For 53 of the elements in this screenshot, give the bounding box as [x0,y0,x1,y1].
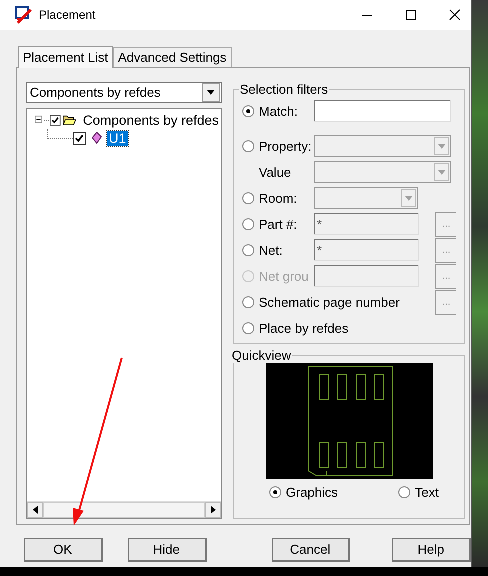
radio-button[interactable] [242,218,255,230]
checkbox[interactable] [50,114,61,126]
dialog-button[interactable]: Hide [128,538,206,562]
tree-item[interactable]: Components by refdes [81,112,221,128]
input-field[interactable]: * [314,239,419,261]
group-title: Selection filters [239,82,330,97]
radio-label: Graphics [286,485,338,500]
filter-label: Net: [259,242,284,258]
window-title: Placement [39,8,96,22]
folder-icon [62,114,76,126]
dialog-button[interactable]: Help [392,538,471,562]
combo-box[interactable] [314,135,451,157]
input-field[interactable]: * [314,213,419,235]
filter-label: Net grou [259,268,310,284]
filter-label: Value [259,164,292,180]
tab[interactable]: Advanced Settings [113,47,232,67]
radio-button[interactable] [242,296,255,308]
radio-button[interactable] [269,486,282,499]
combo-box[interactable] [314,187,418,209]
filter-label: Schematic page number [259,294,400,310]
group-title: Quickview [231,348,292,363]
checkbox[interactable] [73,132,86,144]
caret-icon [207,90,215,95]
caret-icon [404,196,412,200]
left-arrow-icon[interactable] [32,506,38,514]
filter-label: Match: [259,104,300,118]
app-icon [15,6,33,24]
radio-button[interactable] [242,322,255,334]
right-arrow-icon[interactable] [210,506,216,514]
caret-icon [438,144,446,148]
collapse-icon[interactable] [35,114,44,126]
radio-button[interactable] [242,140,255,152]
dialog-button[interactable]: OK [24,538,103,562]
radio-button[interactable] [242,244,255,256]
tree-item[interactable]: U1 [107,130,128,146]
caret-icon [438,170,446,174]
filter-label: Room: [259,190,298,206]
filter-label: Place by refdes [259,320,349,336]
maximize-icon[interactable] [405,9,417,21]
radio-button[interactable] [242,104,255,118]
filter-label: Property: [259,138,313,154]
tab[interactable]: Placement List [18,46,114,68]
filter-label: Part #: [259,216,298,232]
dialog-button[interactable]: Cancel [272,538,350,562]
radio-button[interactable] [242,192,255,204]
dropdown[interactable]: Components by refdes [26,82,222,103]
horizontal-scrollbar[interactable] [27,501,221,518]
radio-label: Text [415,485,439,500]
input-field[interactable] [314,100,451,122]
combo-box[interactable] [314,161,451,183]
radio-button[interactable] [398,486,412,499]
component-icon [92,132,102,144]
close-icon[interactable] [449,9,461,21]
